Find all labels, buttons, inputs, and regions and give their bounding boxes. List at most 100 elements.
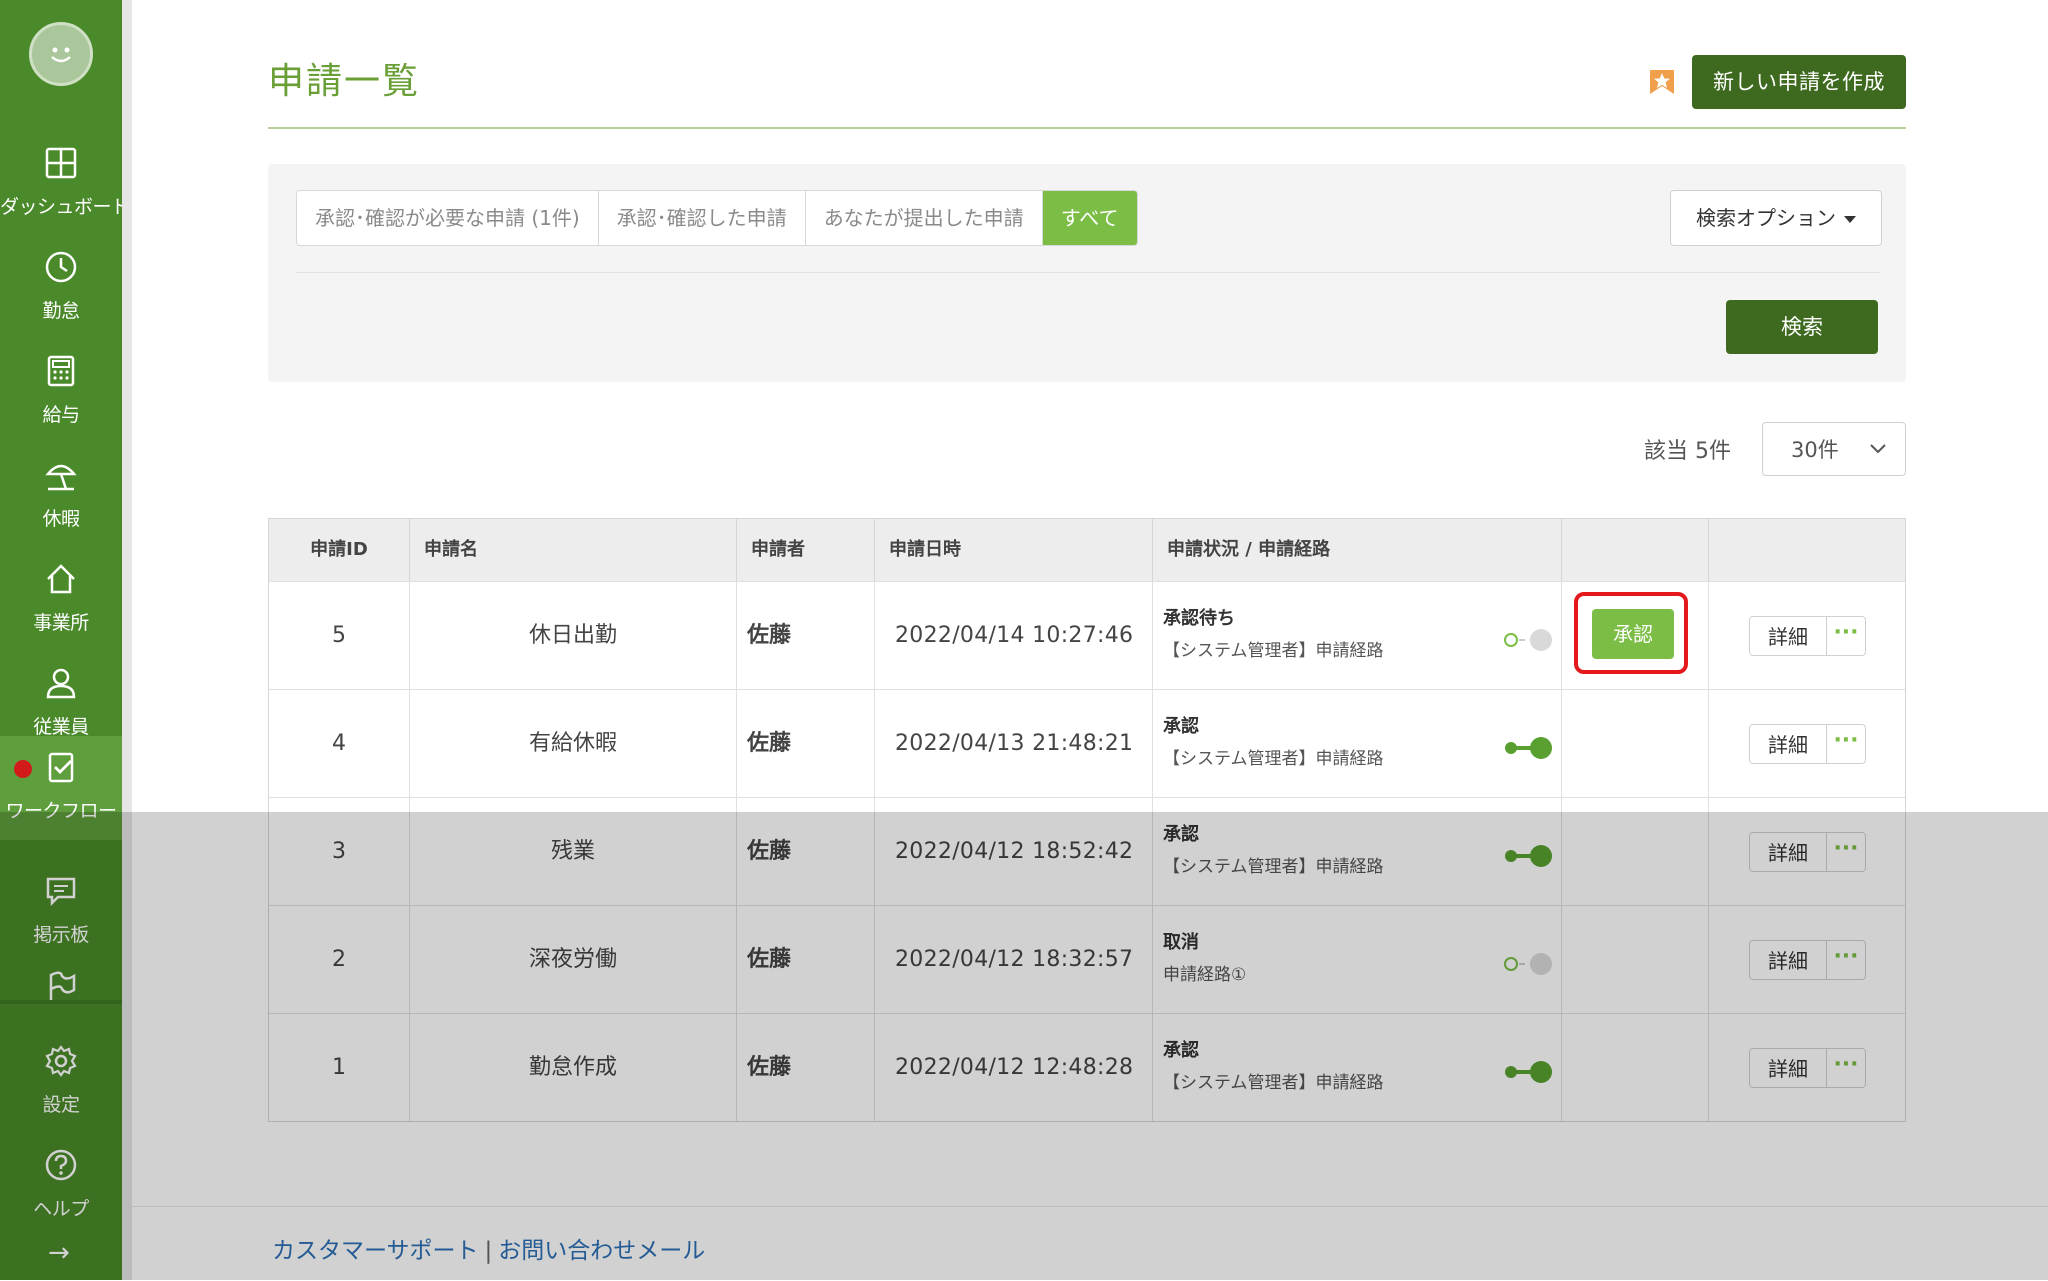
cell-datetime: 2022/04/12 18:52:42 <box>875 798 1153 905</box>
status-label: 取消 <box>1163 932 1199 953</box>
route-progress-done-icon <box>1505 1061 1552 1083</box>
cell-name: 勤怠作成 <box>410 1014 737 1121</box>
tab-all[interactable]: すべて <box>1042 191 1137 245</box>
status-label: 承認 <box>1163 716 1199 737</box>
sidebar-item-payroll[interactable]: 給与 <box>0 340 122 444</box>
clipboard-check-icon <box>48 752 74 783</box>
col-header-name[interactable]: 申請名 <box>410 519 737 581</box>
cell-status: 承認 【システム管理者】申請経路 <box>1153 690 1562 797</box>
cell-action <box>1562 690 1709 797</box>
sidebar-item-label: 事業所 <box>33 612 89 634</box>
search-options-label: 検索オプション <box>1696 206 1836 230</box>
search-options-dropdown[interactable]: 検索オプション <box>1670 190 1882 246</box>
per-page-value: 30件 <box>1791 438 1839 462</box>
cell-status: 承認 【システム管理者】申請経路 <box>1153 798 1562 905</box>
footer: カスタマーサポート | お問い合わせメール <box>132 1206 2048 1281</box>
per-page-select[interactable]: 30件 <box>1762 422 1906 476</box>
new-application-button[interactable]: 新しい申請を作成 <box>1692 55 1906 109</box>
search-button[interactable]: 検索 <box>1726 300 1878 354</box>
sidebar-item-settings[interactable]: 設定 <box>0 1030 122 1134</box>
cell-name: 有給休暇 <box>410 690 737 797</box>
contact-mail-link[interactable]: お問い合わせメール <box>498 1238 705 1264</box>
cell-applicant: 佐藤 <box>737 582 875 689</box>
customer-support-link[interactable]: カスタマーサポート <box>272 1238 479 1264</box>
panel-divider <box>296 272 1880 273</box>
collapse-arrow-icon[interactable]: → <box>48 1238 70 1268</box>
sidebar-item-label: 従業員 <box>33 716 89 738</box>
footer-links: カスタマーサポート | お問い合わせメール <box>272 1231 705 1265</box>
cell-menu: 詳細 ··· <box>1709 798 1905 905</box>
sidebar-item-leave[interactable]: 休暇 <box>0 444 122 548</box>
avatar[interactable] <box>29 22 93 86</box>
star-bookmark-icon[interactable] <box>1648 68 1676 96</box>
main-content: 申請一覧 新しい申請を作成 承認･確認が必要な申請 (1件) 承認･確認した申請… <box>132 0 2048 1280</box>
more-options-icon[interactable]: ··· <box>1826 940 1866 980</box>
cell-status: 承認待ち 【システム管理者】申請経路 <box>1153 582 1562 689</box>
cell-action <box>1562 798 1709 905</box>
sidebar-item-label: ヘルプ <box>33 1198 89 1220</box>
footer-separator: | <box>484 1238 493 1264</box>
user-icon <box>46 668 76 699</box>
route-label: 申請経路① <box>1163 965 1247 985</box>
cell-id: 3 <box>269 798 410 905</box>
tab-needs-approval[interactable]: 承認･確認が必要な申請 (1件) <box>297 191 599 245</box>
sidebar-item-office[interactable]: 事業所 <box>0 548 122 652</box>
sidebar-item-label: 掲示板 <box>33 924 89 946</box>
cell-datetime: 2022/04/12 12:48:28 <box>875 1014 1153 1121</box>
sidebar-item-dashboard[interactable]: ダッシュボード <box>0 132 130 236</box>
table-row: 2 深夜労働 佐藤 2022/04/12 18:32:57 取消 申請経路① 詳… <box>269 906 1905 1014</box>
cell-menu: 詳細 ··· <box>1709 582 1905 689</box>
detail-button[interactable]: 詳細 <box>1749 616 1827 656</box>
col-header-id[interactable]: 申請ID <box>269 519 410 581</box>
approve-button[interactable]: 承認 <box>1592 609 1674 659</box>
cell-datetime: 2022/04/14 10:27:46 <box>875 582 1153 689</box>
col-header-applicant[interactable]: 申請者 <box>737 519 875 581</box>
sidebar-item-attendance[interactable]: 勤怠 <box>0 236 122 340</box>
tab-submitted[interactable]: あなたが提出した申請 <box>806 191 1043 245</box>
status-label: 承認待ち <box>1163 608 1235 629</box>
filter-panel: 承認･確認が必要な申請 (1件) 承認･確認した申請 あなたが提出した申請 すべ… <box>268 164 1906 382</box>
home-icon <box>47 564 75 594</box>
route-progress-pending-icon <box>1504 629 1552 651</box>
col-header-datetime[interactable]: 申請日時 <box>875 519 1153 581</box>
chevron-down-icon <box>1870 444 1886 454</box>
sidebar-item-workflow[interactable]: ワークフロー <box>0 736 122 840</box>
route-progress-pending-icon <box>1504 953 1552 975</box>
table-row: 5 休日出勤 佐藤 2022/04/14 10:27:46 承認待ち 【システム… <box>269 582 1905 690</box>
cell-name: 深夜労働 <box>410 906 737 1013</box>
sidebar-item-help[interactable]: ヘルプ <box>0 1134 122 1238</box>
more-options-icon[interactable]: ··· <box>1826 1048 1866 1088</box>
result-count: 該当 5件 <box>1644 439 1731 464</box>
sidebar: ダッシュボード 勤怠 給与 休暇 事業所 従業員 ワークフロー 掲示板 設定 ヘ… <box>0 0 130 1280</box>
route-progress-done-icon <box>1505 737 1552 759</box>
tab-approved[interactable]: 承認･確認した申請 <box>599 191 806 245</box>
cell-action: 承認 <box>1562 582 1709 689</box>
col-header-status[interactable]: 申請状況 / 申請経路 <box>1153 519 1562 581</box>
col-header-action <box>1562 519 1709 581</box>
cell-id: 2 <box>269 906 410 1013</box>
cell-id: 5 <box>269 582 410 689</box>
sidebar-item-board[interactable]: 掲示板 <box>0 860 122 964</box>
sidebar-item-label: ワークフロー <box>5 800 117 822</box>
sidebar-item-label: 設定 <box>42 1094 80 1116</box>
help-icon <box>45 1149 77 1181</box>
status-label: 承認 <box>1163 1040 1199 1061</box>
route-progress-done-icon <box>1505 845 1552 867</box>
detail-button[interactable]: 詳細 <box>1749 1048 1827 1088</box>
table-header-row: 申請ID 申請名 申請者 申請日時 申請状況 / 申請経路 <box>269 519 1905 582</box>
route-label: 【システム管理者】申請経路 <box>1163 641 1384 661</box>
more-options-icon[interactable]: ··· <box>1826 724 1866 764</box>
sidebar-item-flag[interactable] <box>0 956 122 1006</box>
cell-applicant: 佐藤 <box>737 690 875 797</box>
calculator-icon <box>47 355 75 387</box>
cell-menu: 詳細 ··· <box>1709 1014 1905 1121</box>
detail-button[interactable]: 詳細 <box>1749 724 1827 764</box>
detail-button[interactable]: 詳細 <box>1749 940 1827 980</box>
cell-applicant: 佐藤 <box>737 906 875 1013</box>
detail-button[interactable]: 詳細 <box>1749 832 1827 872</box>
cell-applicant: 佐藤 <box>737 1014 875 1121</box>
more-options-icon[interactable]: ··· <box>1826 832 1866 872</box>
more-options-icon[interactable]: ··· <box>1826 616 1866 656</box>
beach-umbrella-icon <box>45 464 77 491</box>
table-row: 4 有給休暇 佐藤 2022/04/13 21:48:21 承認 【システム管理… <box>269 690 1905 798</box>
